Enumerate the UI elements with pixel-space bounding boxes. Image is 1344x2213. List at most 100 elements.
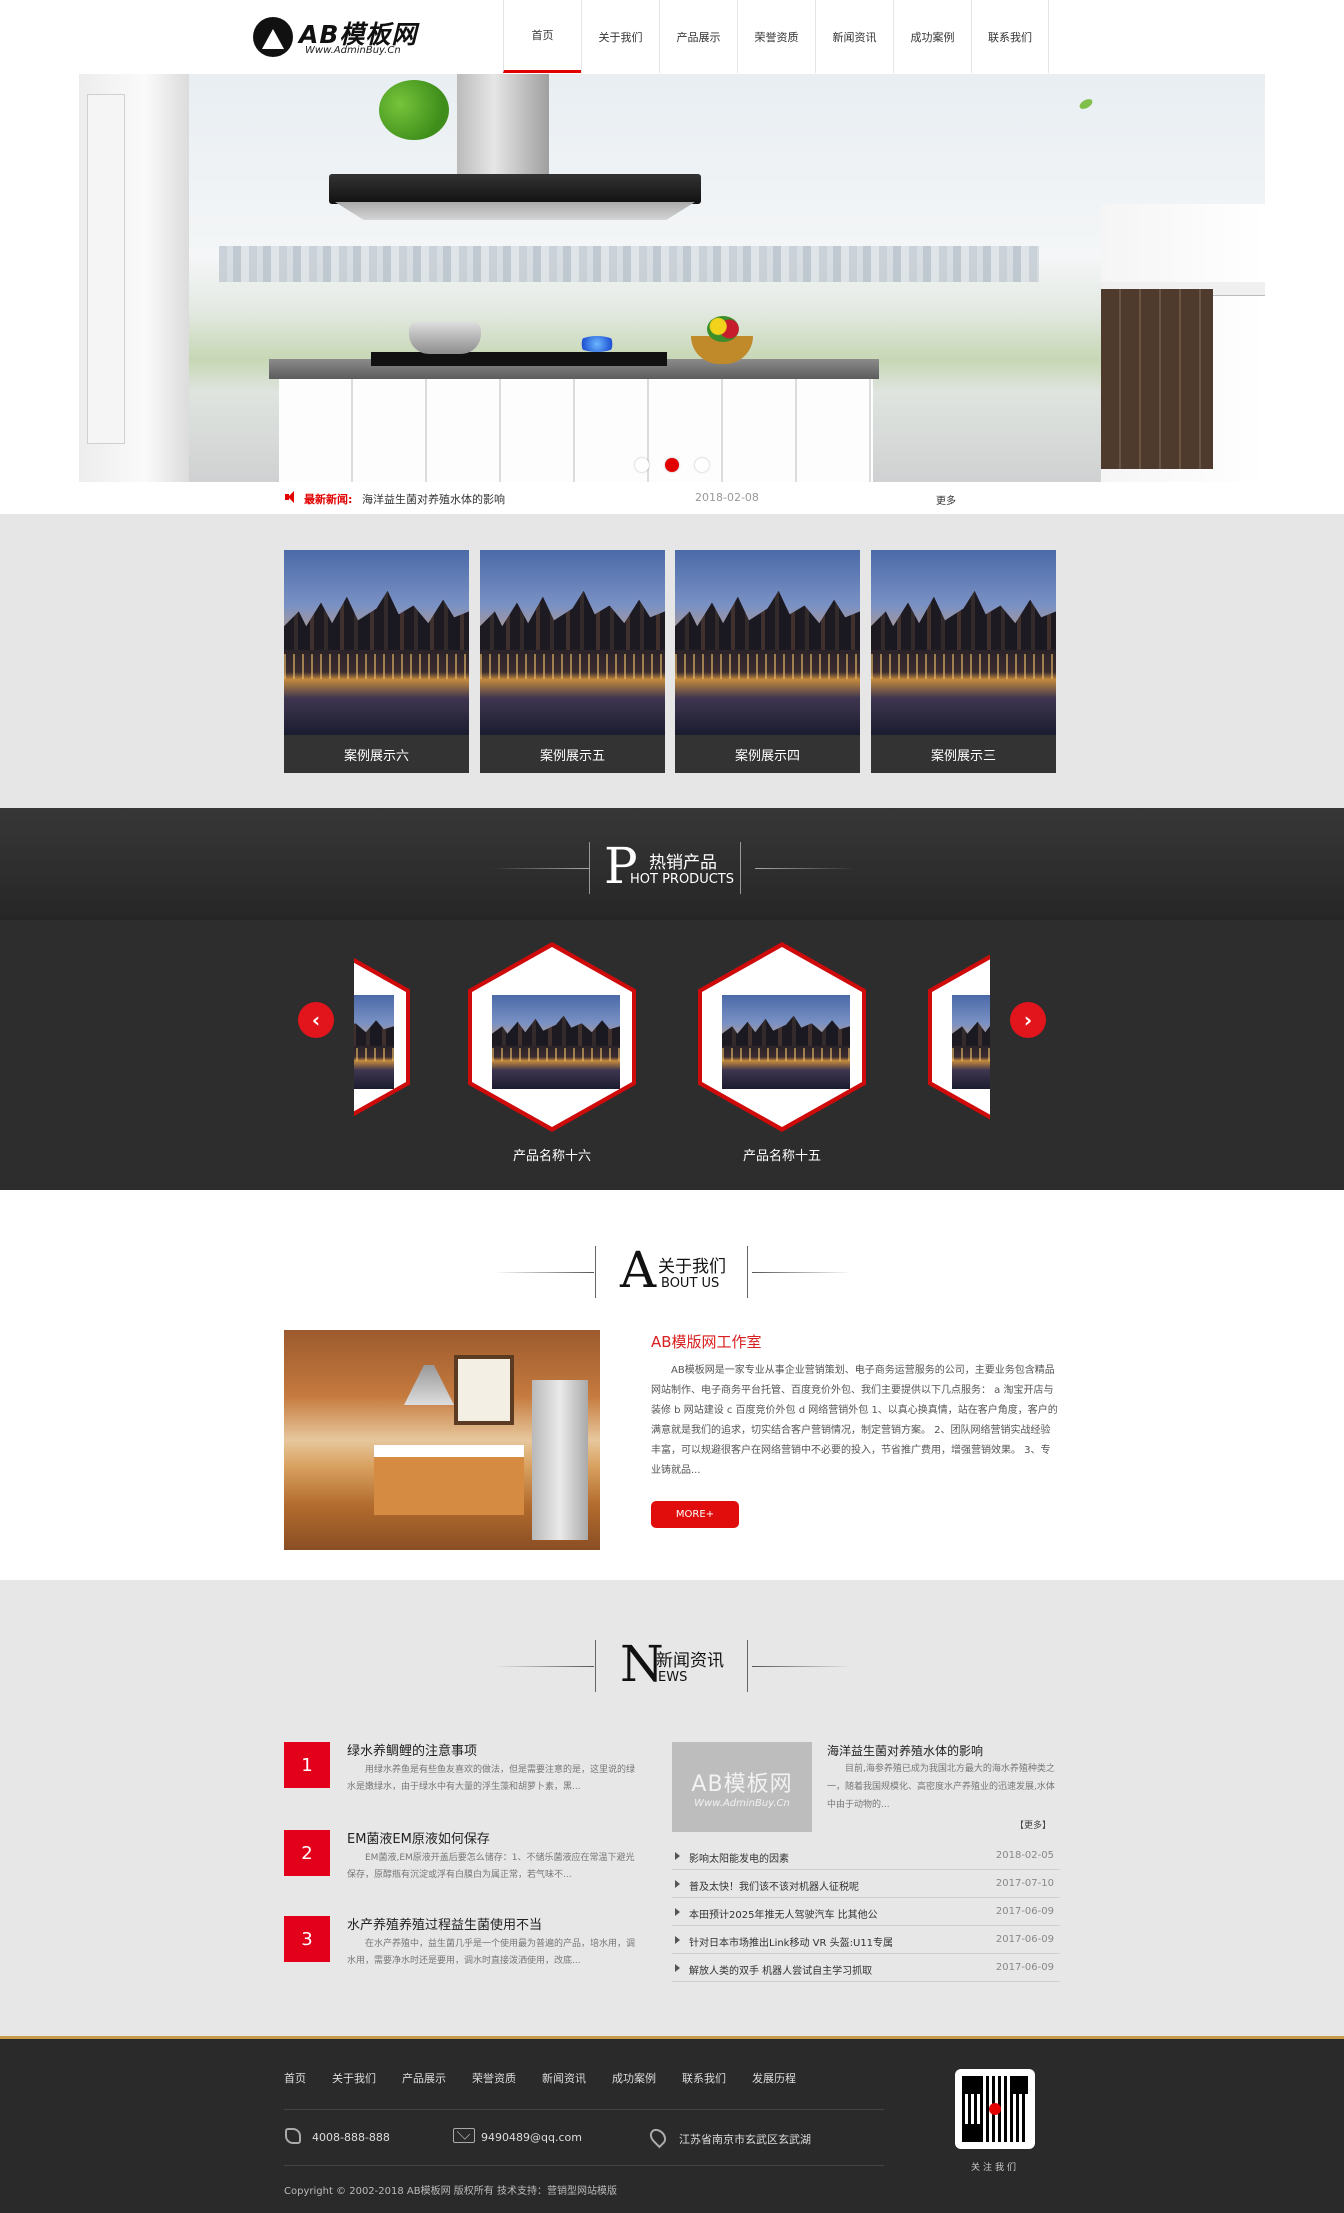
mail-icon	[453, 2128, 475, 2143]
featured-news-title[interactable]: 海洋益生菌对养殖水体的影响	[827, 1742, 983, 1759]
location-pin-icon	[646, 2125, 670, 2149]
footer-link-products[interactable]: 产品展示	[402, 2070, 446, 2086]
title-line-right	[752, 1272, 852, 1273]
news-number: 2	[284, 1830, 330, 1876]
case-image	[871, 550, 1056, 735]
qr-label: 关注我们	[970, 2163, 1019, 2173]
news-list-row[interactable]: 针对日本市场推出Link移动 VR 头盔:U11专属 2017-06-09	[672, 1926, 1060, 1954]
product-name[interactable]: 产品	[928, 1145, 990, 1164]
news-list-date: 2017-06-09	[995, 1962, 1054, 1973]
logo[interactable]: AB模板网 Www.AdminBuy.Cn	[253, 15, 425, 61]
footer-link-news[interactable]: 新闻资讯	[542, 2070, 586, 2086]
news-list-title[interactable]: 普及太快！我们该不该对机器人征税呢	[689, 1878, 859, 1893]
case-card[interactable]: 案例展示三	[871, 550, 1056, 773]
site-header: AB模板网 Www.AdminBuy.Cn 首页 关于我们 产品展示 荣誉资质 …	[0, 0, 1344, 73]
news-title[interactable]: 绿水养鲷鲤的注意事项	[347, 1740, 477, 1759]
featured-news-image[interactable]: AB模板网 Www.AdminBuy.Cn	[672, 1742, 812, 1832]
news-list-title[interactable]: 本田预计2025年推无人驾驶汽车 比其他公	[689, 1906, 878, 1921]
title-cn: 关于我们	[658, 1257, 726, 1277]
ticker-more-link[interactable]: 更多	[936, 492, 956, 507]
banner-leaf	[1077, 97, 1095, 111]
kitchen-hood	[404, 1365, 454, 1405]
hot-products-section: P 热销产品 HOT PRODUCTS 产品名称十六 产品名称十五 产品 ‹ ›	[0, 808, 1344, 1190]
ticker-headline[interactable]: 海洋益生菌对养殖水体的影响	[362, 491, 505, 507]
nav-item-contact[interactable]: 联系我们	[971, 0, 1049, 73]
product-name[interactable]: 产品名称十六	[468, 1145, 636, 1164]
case-card[interactable]: 案例展示四	[675, 550, 860, 773]
news-item[interactable]: 3 水产养殖养殖过程益生菌使用不当 在水产养殖中，益生菌几乎是一个使用最为普遍的…	[284, 1914, 635, 1976]
featured-more-link[interactable]: 【更多】	[1015, 1818, 1051, 1831]
slider-dot-active[interactable]	[665, 458, 679, 472]
product-name[interactable]: 产品名称十五	[698, 1145, 866, 1164]
nav-item-products[interactable]: 产品展示	[659, 0, 737, 73]
qr-code	[955, 2069, 1035, 2149]
carousel-prev-button[interactable]: ‹	[298, 1002, 334, 1038]
news-list-row[interactable]: 影响太阳能发电的因素 2018-02-05	[672, 1842, 1060, 1870]
hero-banner[interactable]	[79, 74, 1265, 482]
product-carousel: 产品名称十六 产品名称十五 产品	[354, 808, 990, 1190]
title-en: BOUT US	[661, 1276, 720, 1291]
news-list-title[interactable]: 针对日本市场推出Link移动 VR 头盔:U11专属	[689, 1934, 893, 1949]
product-card[interactable]	[354, 942, 410, 1132]
news-list-row[interactable]: 解放人类的双手 机器人尝试自主学习抓取 2017-06-09	[672, 1954, 1060, 1982]
banner-fridge	[87, 94, 125, 444]
main-nav: 首页 关于我们 产品展示 荣誉资质 新闻资讯 成功案例 联系我们	[503, 0, 1049, 73]
slider-dot[interactable]	[635, 458, 649, 472]
about-heading[interactable]: AB模版网工作室	[651, 1331, 762, 1352]
product-card[interactable]	[698, 942, 866, 1132]
phone-icon	[285, 2128, 301, 2144]
news-title[interactable]: EM菌液EM原液如何保存	[347, 1828, 490, 1847]
news-item[interactable]: 2 EM菌液EM原液如何保存 EM菌液,EM原液开盖后要怎么储存：1、不储乐菌液…	[284, 1828, 635, 1890]
chevron-left-icon: ‹	[311, 1008, 321, 1032]
qr-code-pattern	[962, 2076, 1028, 2142]
banner-stove	[371, 352, 667, 366]
news-title[interactable]: 水产养殖养殖过程益生菌使用不当	[347, 1914, 542, 1933]
about-title: A 关于我们 BOUT US	[0, 1242, 1344, 1302]
footer-address: 江苏省南京市玄武区玄武湖	[679, 2133, 811, 2146]
case-card[interactable]: 案例展示五	[480, 550, 665, 773]
footer-link-history[interactable]: 发展历程	[752, 2070, 796, 2086]
slider-dot[interactable]	[695, 458, 709, 472]
news-list-date: 2017-06-09	[995, 1906, 1054, 1917]
case-image	[675, 550, 860, 735]
news-number: 3	[284, 1916, 330, 1962]
title-en: EWS	[658, 1670, 688, 1685]
product-card[interactable]	[468, 942, 636, 1132]
about-more-button[interactable]: MORE+	[651, 1501, 739, 1528]
title-bar-left	[595, 1640, 596, 1692]
news-list-date: 2017-06-09	[995, 1934, 1054, 1945]
title-line-left	[494, 1272, 594, 1273]
news-list-row[interactable]: 本田预计2025年推无人驾驶汽车 比其他公 2017-06-09	[672, 1898, 1060, 1926]
kitchen-window	[454, 1355, 514, 1425]
carousel-next-button[interactable]: ›	[1010, 1002, 1046, 1038]
footer-email[interactable]: 9490489@qq.com	[481, 2131, 582, 2144]
footer-link-cases[interactable]: 成功案例	[612, 2070, 656, 2086]
news-list-title[interactable]: 解放人类的双手 机器人尝试自主学习抓取	[689, 1962, 872, 1977]
triangle-bullet-icon	[675, 1936, 680, 1944]
product-card[interactable]	[928, 942, 990, 1132]
nav-item-home[interactable]: 首页	[503, 0, 581, 73]
footer-phone: 4008-888-888	[312, 2131, 390, 2144]
news-list-title[interactable]: 影响太阳能发电的因素	[689, 1850, 789, 1865]
about-image	[284, 1330, 600, 1550]
nav-item-cases[interactable]: 成功案例	[893, 0, 971, 73]
product-image	[354, 995, 394, 1089]
news-item[interactable]: 1 绿水养鲷鲤的注意事项 用绿水养鱼是有些鱼友喜欢的做法，但是需要注意的是，这里…	[284, 1740, 635, 1802]
news-list-row[interactable]: 普及太快！我们该不该对机器人征税呢 2017-07-10	[672, 1870, 1060, 1898]
news-desc: 在水产养殖中，益生菌几乎是一个使用最为普遍的产品，培水用，调水用，需要净水时还是…	[347, 1939, 636, 1966]
case-card[interactable]: 案例展示六	[284, 550, 469, 773]
footer-link-contact[interactable]: 联系我们	[682, 2070, 726, 2086]
nav-item-about[interactable]: 关于我们	[581, 0, 659, 73]
footer-link-about[interactable]: 关于我们	[332, 2070, 376, 2086]
news-list-date: 2017-07-10	[995, 1878, 1054, 1889]
speaker-icon	[285, 491, 294, 503]
triangle-bullet-icon	[675, 1852, 680, 1860]
nav-item-news[interactable]: 新闻资讯	[815, 0, 893, 73]
footer-link-home[interactable]: 首页	[284, 2070, 306, 2086]
banner-fruit	[707, 316, 739, 342]
about-text: AB模板网是一家专业从事企业营销策划、电子商务运营服务的公司，主要业务包含精品网…	[651, 1365, 1058, 1476]
footer-link-honors[interactable]: 荣誉资质	[472, 2070, 516, 2086]
logo-subtitle: Www.AdminBuy.Cn	[305, 45, 401, 56]
news-list: 影响太阳能发电的因素 2018-02-05 普及太快！我们该不该对机器人征税呢 20…	[672, 1842, 1060, 1982]
nav-item-honors[interactable]: 荣誉资质	[737, 0, 815, 73]
